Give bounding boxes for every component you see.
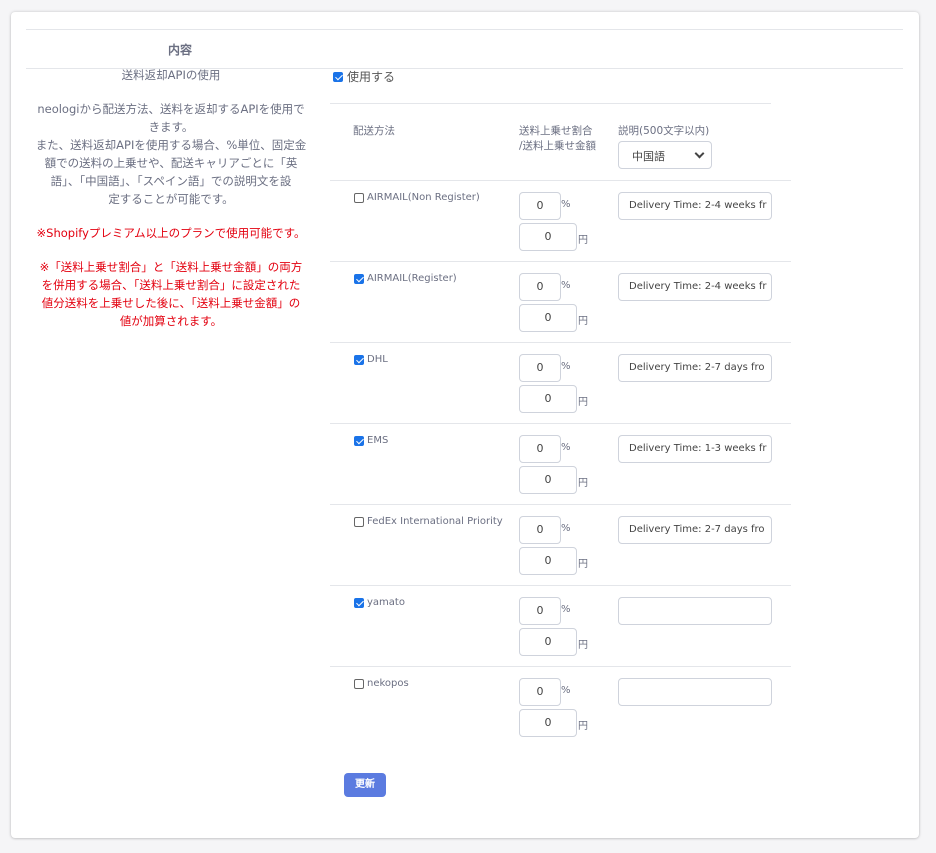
update-button[interactable]: 更新	[344, 773, 386, 797]
shipping-method-checkbox[interactable]	[354, 354, 364, 365]
percent-unit: %	[561, 523, 571, 534]
shipping-method-checkbox[interactable]	[354, 192, 364, 203]
shipping-method[interactable]: nekopos	[354, 678, 409, 689]
rate-percent-input[interactable]: 0	[519, 435, 561, 463]
percent-unit: %	[561, 199, 571, 210]
combination-notice: ※「送料上乗せ割合」と「送料上乗せ金額」の両方 を併用する場合、「送料上乗せ割合…	[25, 258, 317, 330]
rate-amount-input[interactable]: 0	[519, 223, 577, 251]
rate-amount-input[interactable]: 0	[519, 385, 577, 413]
shipping-method[interactable]: DHL	[354, 354, 388, 365]
shipping-method-name: DHL	[367, 354, 388, 365]
shipping-method-name: EMS	[367, 435, 389, 446]
table-divider	[330, 103, 771, 104]
yen-unit: 円	[578, 721, 588, 732]
header-divider-top	[26, 29, 903, 30]
column-header-method: 配送方法	[353, 125, 395, 137]
shipping-method-name: AIRMAIL(Non Register)	[367, 192, 480, 203]
percent-unit: %	[561, 604, 571, 615]
desc-line: 語」、「中国語」、「スペイン語」での説明文を設	[50, 174, 292, 188]
yen-unit: 円	[578, 235, 588, 246]
plan-notice: ※Shopifyプレミアム以上のプランで使用可能です。	[36, 226, 306, 240]
shipping-method-row: DHL 0% 0 円 Delivery Time: 2-7 days fro	[330, 342, 791, 423]
api-section-title: 送料返却APIの使用	[121, 68, 221, 82]
percent-unit: %	[561, 361, 571, 372]
chevron-down-icon	[694, 148, 705, 159]
desc-line: また、送料返却APIを使用する場合、%単位、固定金	[35, 138, 307, 152]
use-api-toggle[interactable]: 使用する	[333, 68, 395, 85]
shipping-method-name: yamato	[367, 597, 405, 608]
rate-percent-input[interactable]: 0	[519, 678, 561, 706]
shipping-method-name: FedEx International Priority	[367, 516, 503, 527]
yen-unit: 円	[578, 640, 588, 651]
description-input[interactable]: Delivery Time: 1-3 weeks fr	[618, 435, 772, 463]
percent-unit: %	[561, 685, 571, 696]
rate-percent-input[interactable]: 0	[519, 273, 561, 301]
description-input[interactable]	[618, 678, 772, 706]
rate-percent-input[interactable]: 0	[519, 597, 561, 625]
yen-unit: 円	[578, 478, 588, 489]
language-select[interactable]: 中国語	[618, 141, 712, 169]
description-input[interactable]	[618, 597, 772, 625]
description-input[interactable]: Delivery Time: 2-4 weeks fr	[618, 192, 772, 220]
yen-unit: 円	[578, 316, 588, 327]
desc-line: きます。	[148, 120, 194, 134]
shipping-method-row: AIRMAIL(Register) 0% 0 円 Delivery Time: 2-4 …	[330, 261, 791, 342]
api-description-panel: 送料返却APIの使用 neologiから配送方法、送料を返却するAPIを使用で …	[25, 66, 317, 346]
shipping-method-row: yamato 0% 0 円	[330, 585, 791, 666]
column-header-description: 説明(500文字以内)	[618, 125, 710, 137]
shipping-method[interactable]: AIRMAIL(Register)	[354, 273, 457, 284]
column-header-rate: 送料上乗せ割合 /送料上乗せ金額	[519, 124, 596, 154]
notice-line: 値分送料を上乗せした後に、「送料上乗せ金額」の	[41, 296, 301, 310]
description-input[interactable]: Delivery Time: 2-4 weeks fr	[618, 273, 772, 301]
shipping-method-row: EMS 0% 0 円 Delivery Time: 1-3 weeks fr	[330, 423, 791, 504]
use-api-label: 使用する	[347, 70, 396, 84]
shipping-method-checkbox[interactable]	[354, 273, 364, 284]
desc-line: 額での送料の上乗せや、配送キャリアごとに「英	[44, 156, 298, 170]
rate-amount-input[interactable]: 0	[519, 709, 577, 737]
percent-unit: %	[561, 442, 571, 453]
rate-amount-input[interactable]: 0	[519, 547, 577, 575]
description-input[interactable]: Delivery Time: 2-7 days fro	[618, 354, 772, 382]
shipping-method-checkbox[interactable]	[354, 678, 364, 689]
use-api-checkbox[interactable]	[333, 71, 343, 82]
shipping-method[interactable]: AIRMAIL(Non Register)	[354, 192, 480, 203]
column-header-rate-line1: 送料上乗せ割合	[519, 125, 593, 137]
shipping-method-row: FedEx International Priority 0% 0 円 Delivery…	[330, 504, 791, 585]
shipping-method-row: AIRMAIL(Non Register) 0% 0 円 Delivery Time: …	[330, 180, 791, 261]
shipping-method-checkbox[interactable]	[354, 597, 364, 608]
rate-percent-input[interactable]: 0	[519, 516, 561, 544]
shipping-method-name: AIRMAIL(Register)	[367, 273, 457, 284]
yen-unit: 円	[578, 559, 588, 570]
rate-percent-input[interactable]: 0	[519, 354, 561, 382]
percent-unit: %	[561, 280, 571, 291]
shipping-method-row: nekopos 0% 0 円	[330, 666, 791, 747]
rate-percent-input[interactable]: 0	[519, 192, 561, 220]
yen-unit: 円	[578, 397, 588, 408]
shipping-method-checkbox[interactable]	[354, 435, 364, 446]
desc-line: neologiから配送方法、送料を返却するAPIを使用で	[37, 102, 305, 116]
column-header-rate-line2: /送料上乗せ金額	[519, 140, 597, 152]
shipping-method[interactable]: EMS	[354, 435, 388, 446]
shipping-method[interactable]: FedEx International Priority	[354, 516, 503, 527]
api-description: neologiから配送方法、送料を返却するAPIを使用で きます。 また、送料返…	[25, 100, 317, 208]
shipping-method[interactable]: yamato	[354, 597, 405, 608]
notice-line: 値が加算されます。	[119, 314, 223, 328]
description-input[interactable]: Delivery Time: 2-7 days fro	[618, 516, 772, 544]
rate-amount-input[interactable]: 0	[519, 304, 577, 332]
rate-amount-input[interactable]: 0	[519, 466, 577, 494]
notice-line: を併用する場合、「送料上乗せ割合」に設定された	[41, 278, 301, 292]
shipping-method-name: nekopos	[367, 678, 409, 689]
column-header-content: 内容	[167, 43, 192, 57]
notice-line: ※「送料上乗せ割合」と「送料上乗せ金額」の両方	[39, 260, 303, 274]
language-select-value: 中国語	[632, 150, 665, 163]
shipping-method-checkbox[interactable]	[354, 516, 364, 527]
desc-line: 定することが可能です。	[108, 192, 234, 206]
rate-amount-input[interactable]: 0	[519, 628, 577, 656]
